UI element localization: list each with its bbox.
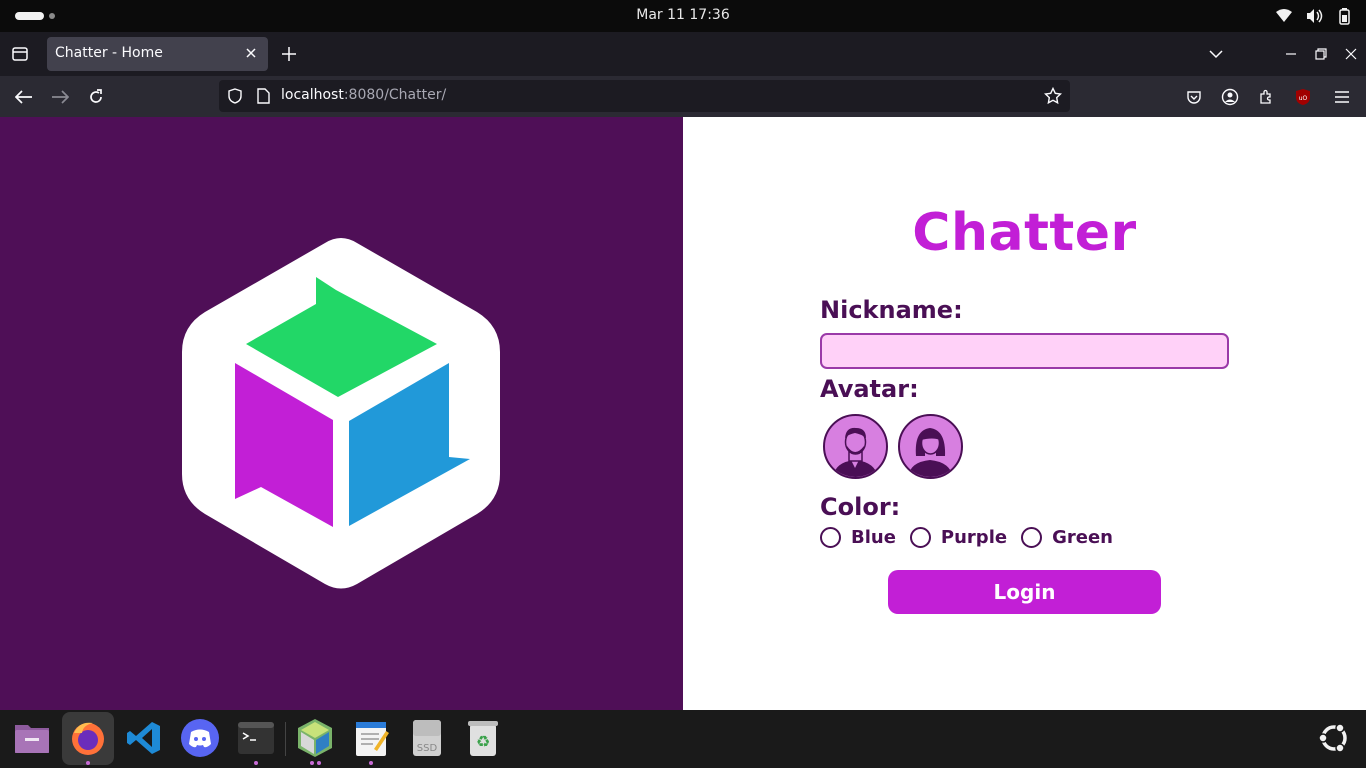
login-button[interactable]: Login [888, 570, 1161, 614]
ssd-label: SSD [417, 743, 438, 754]
netbeans-running-indicator-2 [317, 761, 321, 765]
terminal-running-indicator [254, 761, 258, 765]
brand-panel [0, 117, 683, 710]
terminal-icon[interactable] [236, 718, 276, 758]
new-tab-icon[interactable] [279, 44, 299, 64]
shield-icon[interactable] [225, 86, 245, 106]
text-editor-icon[interactable] [352, 718, 392, 758]
firefox-running-indicator [86, 761, 90, 765]
menu-hamburger-icon[interactable] [1330, 85, 1354, 109]
nickname-input[interactable] [820, 333, 1229, 369]
tab-title: Chatter - Home [55, 45, 163, 61]
back-arrow-icon[interactable] [12, 85, 36, 109]
system-tray[interactable] [1274, 6, 1354, 26]
browser-tab-bar: Chatter - Home [0, 32, 1366, 76]
color-radio-group: Blue Purple Green [820, 527, 1127, 548]
restore-icon[interactable] [1311, 44, 1331, 64]
tab-list-chevron-icon[interactable] [1206, 44, 1226, 64]
battery-icon[interactable] [1334, 6, 1354, 26]
female-avatar-icon[interactable] [898, 414, 963, 479]
browser-nav-bar: localhost:8080/Chatter/ uO [0, 76, 1366, 117]
dock-separator [285, 722, 286, 756]
color-radio-purple[interactable] [909, 527, 931, 548]
firefox-view-icon[interactable] [10, 44, 30, 64]
color-label: Color: [820, 493, 901, 521]
extensions-icon[interactable] [1254, 85, 1278, 109]
netbeans-running-indicator-1 [310, 761, 314, 765]
color-radio-blue[interactable] [820, 527, 841, 548]
color-radio-green[interactable] [1021, 527, 1043, 548]
discord-icon[interactable] [180, 718, 220, 758]
show-apps-ubuntu-icon[interactable] [1314, 718, 1354, 758]
tab-chatter-home[interactable]: Chatter - Home [47, 37, 268, 71]
files-icon[interactable] [12, 718, 52, 758]
bookmark-star-icon[interactable] [1043, 86, 1063, 106]
volume-icon[interactable] [1304, 6, 1324, 26]
wifi-icon[interactable] [1274, 6, 1294, 26]
account-icon[interactable] [1218, 85, 1242, 109]
url-path: :8080/Chatter/ [343, 87, 447, 103]
avatar-label: Avatar: [820, 375, 919, 403]
forward-arrow-icon[interactable] [48, 85, 72, 109]
url-text[interactable]: localhost:8080/Chatter/ [281, 87, 446, 103]
reload-icon[interactable] [84, 85, 108, 109]
color-option-green[interactable]: Green [1052, 527, 1113, 548]
ublock-icon[interactable]: uO [1291, 85, 1315, 109]
male-avatar-icon[interactable] [823, 414, 888, 479]
clock[interactable]: Mar 11 17:36 [0, 7, 1366, 23]
nickname-label: Nickname: [820, 296, 963, 324]
minimize-icon[interactable] [1281, 44, 1301, 64]
page-icon[interactable] [253, 86, 273, 106]
pocket-icon[interactable] [1182, 85, 1206, 109]
dock: SSD ♻ [0, 710, 1366, 768]
close-tab-icon[interactable] [242, 44, 260, 62]
color-option-purple[interactable]: Purple [941, 527, 1007, 548]
netbeans-icon[interactable] [295, 718, 335, 758]
svg-text:♻: ♻ [476, 732, 490, 751]
text-editor-running-indicator [369, 761, 373, 765]
firefox-icon[interactable] [68, 718, 108, 758]
url-bar[interactable]: localhost:8080/Chatter/ [219, 80, 1070, 112]
trash-icon[interactable]: ♻ [463, 718, 503, 758]
vscode-icon[interactable] [124, 718, 164, 758]
close-window-icon[interactable] [1341, 44, 1361, 64]
chatter-logo-icon [182, 238, 500, 589]
svg-text:uO: uO [1299, 95, 1308, 102]
login-panel: Chatter Nickname: Avatar: Color: Blue Pu… [683, 117, 1366, 710]
ssd-drive-icon[interactable]: SSD [407, 718, 447, 758]
page-content: Chatter Nickname: Avatar: Color: Blue Pu… [0, 117, 1366, 710]
color-option-blue[interactable]: Blue [851, 527, 896, 548]
url-host: localhost [281, 87, 344, 103]
app-title: Chatter [912, 203, 1137, 263]
system-top-bar: Mar 11 17:36 [0, 0, 1366, 32]
